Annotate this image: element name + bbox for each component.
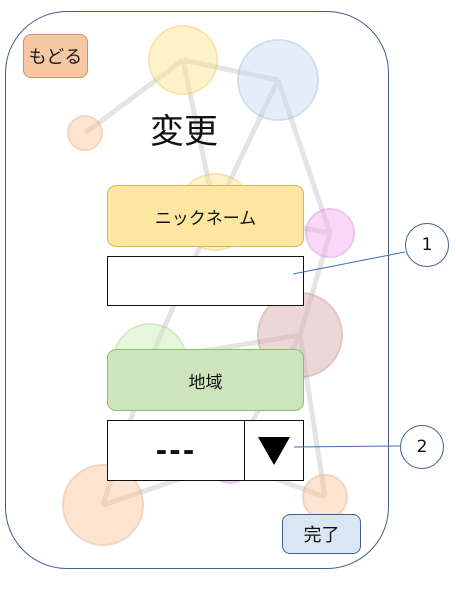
callout-2: 2 (400, 425, 444, 469)
region-label-text: 地域 (188, 372, 223, 393)
page-title: 変更 (150, 112, 218, 152)
complete-button[interactable]: 完了 (282, 514, 361, 554)
callout-1: 1 (405, 223, 449, 267)
nickname-label-text: ニックネーム (154, 208, 257, 229)
region-label: 地域 (107, 349, 304, 411)
back-button[interactable]: もどる (23, 34, 88, 78)
nickname-label: ニックネーム (107, 185, 304, 247)
nickname-input[interactable] (107, 256, 304, 306)
dropdown-arrow-button[interactable] (245, 421, 303, 480)
triangle-down-icon (258, 436, 290, 465)
region-selected-value: --- (108, 421, 245, 480)
region-select[interactable]: --- (107, 420, 304, 481)
